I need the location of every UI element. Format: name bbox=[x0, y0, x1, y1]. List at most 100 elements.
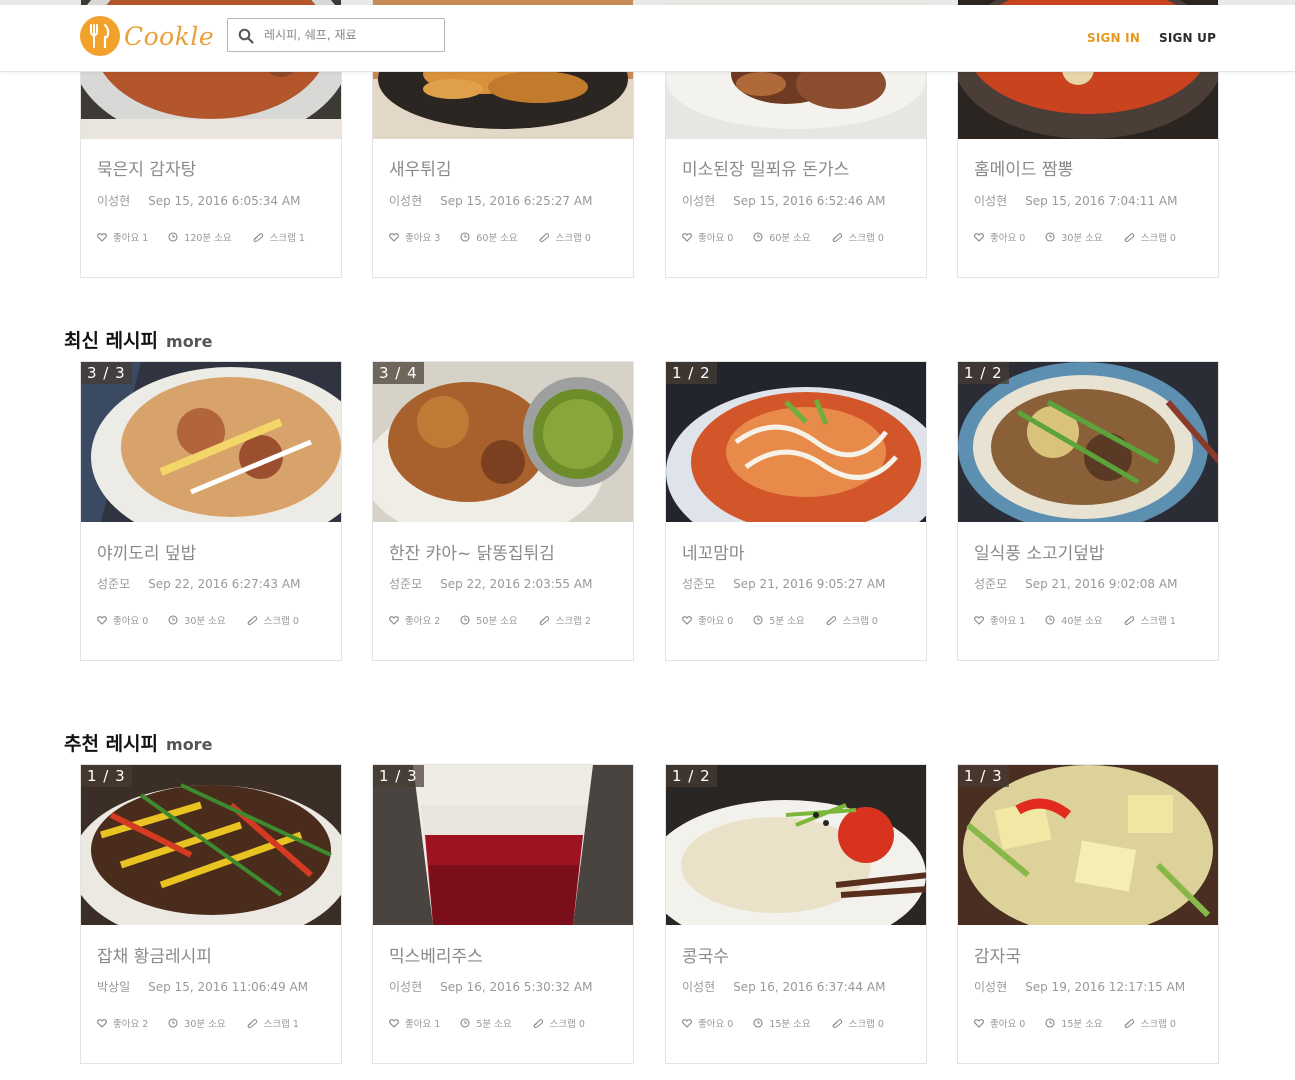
scrap-stat[interactable]: 스크랩 0 bbox=[246, 613, 299, 627]
recipe-meta: 이성현 Sep 15, 2016 6:52:46 AM bbox=[682, 192, 885, 209]
time-stat: 15분 소요 bbox=[1045, 1016, 1103, 1030]
scrap-stat[interactable]: 스크랩 1 bbox=[252, 230, 305, 244]
recipe-title[interactable]: 야끼도리 덮밥 bbox=[97, 539, 196, 564]
recommended-section-header: 추천 레시피 more bbox=[64, 729, 212, 759]
heart-icon bbox=[97, 1018, 107, 1028]
recipe-stats: 좋아요 3 60분 소요 스크랩 0 bbox=[389, 230, 591, 244]
recipe-card[interactable]: 1 / 2 콩국수 이성현 Sep 16, 2016 6:37:44 AM 좋아요… bbox=[665, 764, 927, 1064]
scrap-stat[interactable]: 스크랩 0 bbox=[538, 230, 591, 244]
recipe-photo[interactable]: 1 / 3 bbox=[373, 765, 633, 925]
scrap-stat[interactable]: 스크랩 1 bbox=[246, 1016, 299, 1030]
recipe-title[interactable]: 미소된장 밀푀유 돈가스 bbox=[682, 155, 849, 180]
recipe-photo[interactable]: 1 / 3 bbox=[81, 765, 341, 925]
time-stat: 5분 소요 bbox=[753, 613, 805, 627]
heart-icon bbox=[682, 615, 692, 625]
recipe-author: 성준모 bbox=[97, 577, 131, 591]
like-stat[interactable]: 좋아요 0 bbox=[974, 230, 1025, 244]
clock-icon bbox=[460, 1018, 470, 1028]
scrap-stat[interactable]: 스크랩 0 bbox=[532, 1016, 585, 1030]
time-stat: 30분 소요 bbox=[168, 613, 226, 627]
scrap-stat[interactable]: 스크랩 0 bbox=[831, 230, 884, 244]
clock-icon bbox=[168, 232, 178, 242]
heart-icon bbox=[974, 615, 984, 625]
more-link[interactable]: more bbox=[166, 332, 212, 351]
paperclip-icon bbox=[1124, 233, 1134, 242]
recipe-card[interactable]: 1 / 2 일식풍 소고기덮밥 성준모 Sep 21, 2016 9:02:08 … bbox=[957, 361, 1219, 661]
recipe-author: 이성현 bbox=[974, 980, 1008, 994]
like-stat[interactable]: 좋아요 2 bbox=[97, 1016, 148, 1030]
like-stat[interactable]: 좋아요 1 bbox=[97, 230, 148, 244]
photo-count-badge: 3 / 4 bbox=[373, 362, 424, 384]
like-stat[interactable]: 좋아요 1 bbox=[974, 613, 1025, 627]
scrap-stat[interactable]: 스크랩 1 bbox=[1123, 613, 1176, 627]
recipe-title[interactable]: 감자국 bbox=[974, 942, 1021, 967]
paperclip-icon bbox=[539, 233, 549, 242]
recipe-photo[interactable]: 1 / 2 bbox=[958, 362, 1218, 522]
recipe-date: Sep 15, 2016 6:25:27 AM bbox=[440, 194, 593, 208]
scrap-stat[interactable]: 스크랩 0 bbox=[831, 1016, 884, 1030]
recipe-date: Sep 22, 2016 6:27:43 AM bbox=[148, 577, 301, 591]
like-stat[interactable]: 좋아요 0 bbox=[682, 1016, 733, 1030]
search-input[interactable] bbox=[264, 24, 434, 46]
logo[interactable]: Cookle bbox=[80, 15, 214, 57]
sign-in-link[interactable]: SIGN IN bbox=[1087, 31, 1140, 45]
like-stat[interactable]: 좋아요 0 bbox=[97, 613, 148, 627]
clock-icon bbox=[753, 615, 763, 625]
recipe-meta: 이성현 Sep 15, 2016 7:04:11 AM bbox=[974, 192, 1177, 209]
recipe-card[interactable]: 1 / 3 잡채 황금레시피 박상일 Sep 15, 2016 11:06:49 … bbox=[80, 764, 342, 1064]
clock-icon bbox=[753, 1018, 763, 1028]
recipe-card[interactable]: 3 / 4 한잔 캬아~ 닭똥집튀김 성준모 Sep 22, 2016 2:03:… bbox=[372, 361, 634, 661]
paperclip-icon bbox=[253, 233, 263, 242]
recipe-author: 성준모 bbox=[682, 577, 716, 591]
recipe-title[interactable]: 네꼬맘마 bbox=[682, 539, 745, 564]
photo-count-badge: 1 / 3 bbox=[958, 765, 1009, 787]
recipe-stats: 좋아요 0 30분 소요 스크랩 0 bbox=[97, 613, 299, 627]
like-stat[interactable]: 좋아요 0 bbox=[682, 613, 733, 627]
scrap-stat[interactable]: 스크랩 2 bbox=[538, 613, 591, 627]
heart-icon bbox=[97, 232, 107, 242]
recipe-photo[interactable]: 3 / 3 bbox=[81, 362, 341, 522]
recipe-card[interactable]: 1 / 3 감자국 이성현 Sep 19, 2016 12:17:15 AM 좋아… bbox=[957, 764, 1219, 1064]
like-stat[interactable]: 좋아요 0 bbox=[682, 230, 733, 244]
like-stat[interactable]: 좋아요 3 bbox=[389, 230, 440, 244]
recipe-photo[interactable]: 1 / 3 bbox=[958, 765, 1218, 925]
recipe-photo[interactable]: 1 / 2 bbox=[666, 765, 926, 925]
recipe-photo[interactable]: 1 / 2 bbox=[666, 362, 926, 522]
recipe-title[interactable]: 새우튀김 bbox=[389, 155, 452, 180]
scrap-stat[interactable]: 스크랩 0 bbox=[1123, 230, 1176, 244]
time-stat: 50분 소요 bbox=[460, 613, 518, 627]
recipe-date: Sep 16, 2016 5:30:32 AM bbox=[440, 980, 593, 994]
time-stat: 30분 소요 bbox=[168, 1016, 226, 1030]
recipe-title[interactable]: 믹스베리주스 bbox=[389, 942, 483, 967]
recipe-date: Sep 15, 2016 11:06:49 AM bbox=[148, 980, 309, 994]
clock-icon bbox=[753, 232, 763, 242]
photo-count-badge: 1 / 3 bbox=[373, 765, 424, 787]
like-stat[interactable]: 좋아요 1 bbox=[389, 1016, 440, 1030]
recipe-card[interactable]: 1 / 3 믹스베리주스 이성현 Sep 16, 2016 5:30:32 AM … bbox=[372, 764, 634, 1064]
more-link[interactable]: more bbox=[166, 735, 212, 754]
heart-icon bbox=[389, 615, 399, 625]
recipe-meta: 이성현 Sep 15, 2016 6:25:27 AM bbox=[389, 192, 592, 209]
recipe-meta: 성준모 Sep 22, 2016 6:27:43 AM bbox=[97, 575, 300, 592]
recipe-title[interactable]: 묵은지 감자탕 bbox=[97, 155, 196, 180]
scrap-stat[interactable]: 스크랩 0 bbox=[1123, 1016, 1176, 1030]
recipe-date: Sep 15, 2016 7:04:11 AM bbox=[1025, 194, 1178, 208]
recipe-title[interactable]: 한잔 캬아~ 닭똥집튀김 bbox=[389, 539, 555, 564]
recipe-card[interactable]: 3 / 3 야끼도리 덮밥 성준모 Sep 22, 2016 6:27:43 AM… bbox=[80, 361, 342, 661]
recipe-card[interactable]: 1 / 2 네꼬맘마 성준모 Sep 21, 2016 9:05:27 AM 좋아… bbox=[665, 361, 927, 661]
time-stat: 60분 소요 bbox=[460, 230, 518, 244]
time-stat: 120분 소요 bbox=[168, 230, 232, 244]
recipe-author: 이성현 bbox=[682, 194, 716, 208]
like-stat[interactable]: 좋아요 2 bbox=[389, 613, 440, 627]
recipe-title[interactable]: 콩국수 bbox=[682, 942, 729, 967]
recipe-date: Sep 16, 2016 6:37:44 AM bbox=[733, 980, 886, 994]
recipe-title[interactable]: 잡채 황금레시피 bbox=[97, 942, 212, 967]
scrap-stat[interactable]: 스크랩 0 bbox=[825, 613, 878, 627]
recipe-photo[interactable]: 3 / 4 bbox=[373, 362, 633, 522]
recipe-title[interactable]: 홈메이드 짬뽕 bbox=[974, 155, 1073, 180]
recipe-meta: 성준모 Sep 21, 2016 9:02:08 AM bbox=[974, 575, 1177, 592]
heart-icon bbox=[97, 615, 107, 625]
sign-up-link[interactable]: SIGN UP bbox=[1159, 31, 1216, 45]
like-stat[interactable]: 좋아요 0 bbox=[974, 1016, 1025, 1030]
recipe-title[interactable]: 일식풍 소고기덮밥 bbox=[974, 539, 1105, 564]
